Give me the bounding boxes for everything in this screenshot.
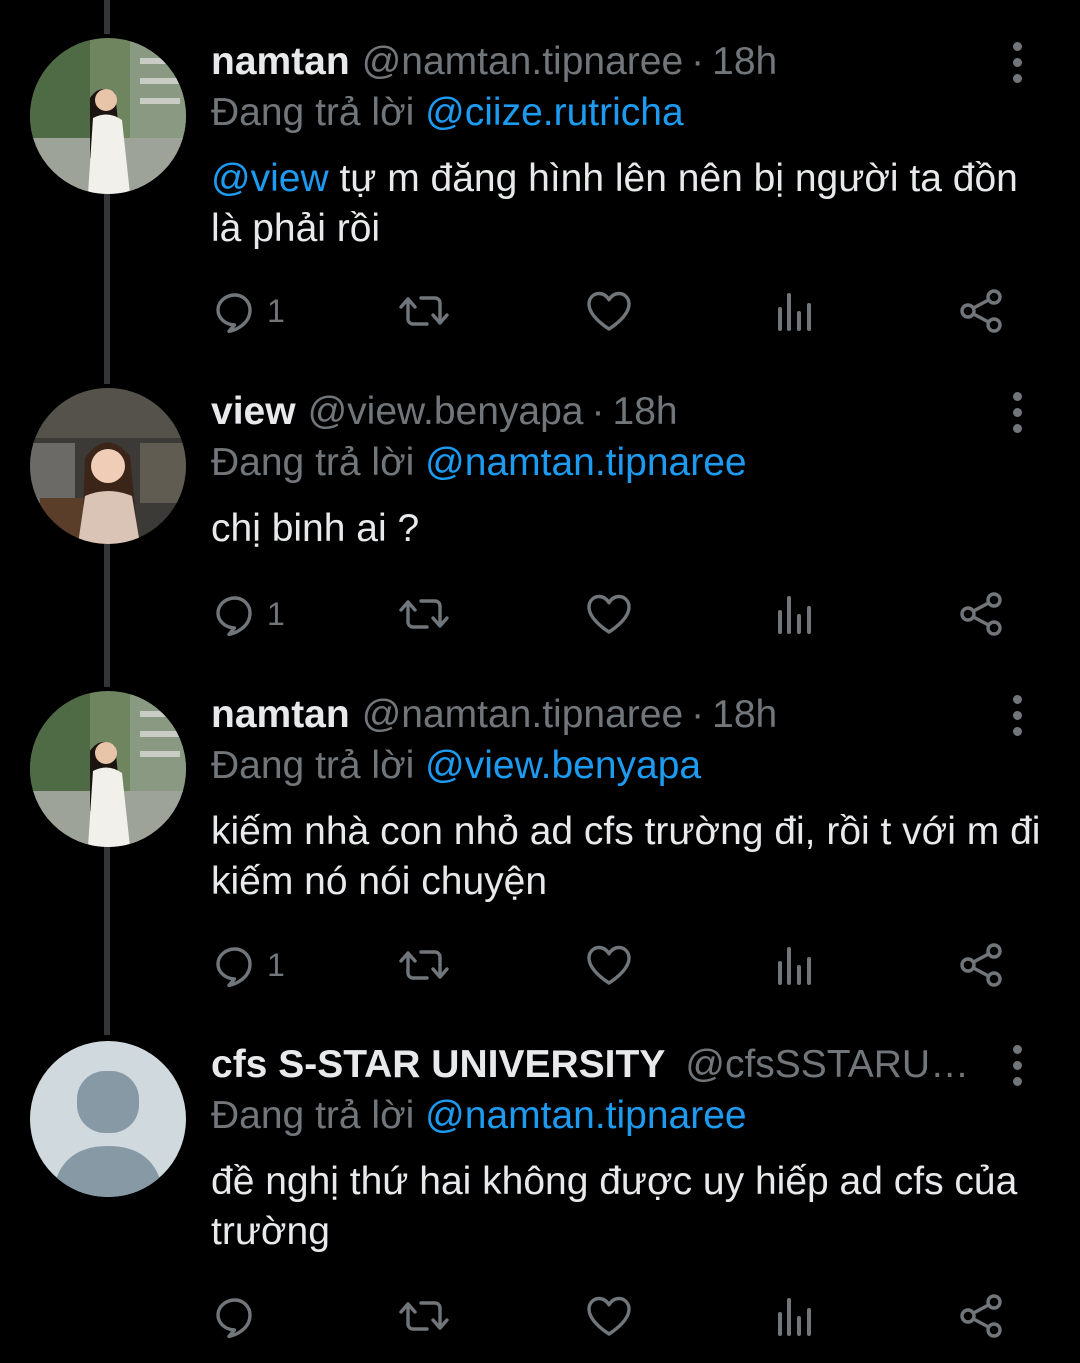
share-button[interactable] (957, 940, 1007, 990)
replying-to-line: Đang trả lời @namtan.tipnaree (211, 1091, 1050, 1141)
analytics-icon (778, 293, 811, 331)
replying-to-line: Đang trả lời @view.benyapa (211, 741, 1050, 791)
share-button[interactable] (957, 286, 1007, 336)
separator-dot: · (691, 40, 705, 83)
replying-to-line: Đang trả lời @ciize.rutricha (211, 88, 1050, 138)
heart-icon (587, 291, 631, 331)
reply-button[interactable]: 1 (211, 940, 285, 990)
comment-icon (216, 947, 252, 988)
replying-to-line: Đang trả lời @namtan.tipnaree (211, 438, 1050, 488)
replying-to-link[interactable]: @view.benyapa (425, 744, 701, 787)
more-vertical-icon (1012, 1044, 1022, 1054)
default-user-icon (30, 1041, 186, 1197)
tweet-text: đề nghị thứ hai không được uy hiếp ad cf… (211, 1160, 1018, 1253)
analytics-icon (778, 1298, 811, 1336)
replying-to-link[interactable]: @namtan.tipnaree (425, 1094, 746, 1137)
tweet-text-content: tự m đăng hình lên nên bị người ta đồn l… (211, 157, 1018, 250)
like-button[interactable] (584, 589, 634, 639)
replying-label: Đang trả lời (211, 1094, 415, 1137)
reply-count: 1 (267, 946, 285, 983)
display-name[interactable]: namtan (211, 38, 350, 86)
analytics-icon (778, 596, 811, 634)
display-name[interactable]: namtan (211, 691, 350, 739)
views-button[interactable] (775, 940, 815, 990)
more-options-button[interactable] (1002, 691, 1032, 739)
analytics-icon (778, 947, 811, 985)
share-icon (960, 289, 1002, 333)
thread-line (104, 190, 110, 384)
retweet-button[interactable] (396, 589, 452, 639)
more-vertical-icon (1012, 694, 1022, 704)
heart-icon (587, 1296, 631, 1336)
more-options-button[interactable] (1002, 38, 1032, 86)
more-vertical-icon (1012, 391, 1022, 401)
share-button[interactable] (957, 589, 1007, 639)
replying-label: Đang trả lời (211, 91, 415, 134)
retweet-icon (399, 599, 449, 629)
comment-icon (216, 293, 252, 334)
heart-icon (587, 594, 631, 634)
reply-button[interactable]: 1 (211, 286, 285, 336)
reply-count: 1 (267, 292, 285, 329)
user-handle[interactable]: @namtan.tipnaree (362, 691, 683, 739)
action-bar: 1 (211, 940, 1011, 990)
avatar[interactable] (30, 388, 186, 544)
thread-line (104, 0, 110, 34)
like-button[interactable] (584, 1291, 634, 1341)
avatar[interactable] (30, 691, 186, 847)
retweet-button[interactable] (396, 940, 452, 990)
views-button[interactable] (775, 1291, 815, 1341)
share-icon (960, 592, 1002, 636)
timestamp[interactable]: 18h (712, 38, 777, 86)
action-bar: 1 (211, 286, 1011, 336)
timestamp[interactable]: 18h (712, 691, 777, 739)
retweet-button[interactable] (396, 1291, 452, 1341)
share-icon (960, 943, 1002, 987)
replying-to-link[interactable]: @ciize.rutricha (425, 91, 684, 134)
action-bar: 1 (211, 589, 1011, 639)
like-button[interactable] (584, 940, 634, 990)
mention-link[interactable]: @view (211, 157, 329, 200)
reply-button[interactable]: 1 (211, 589, 285, 639)
avatar[interactable] (30, 1041, 186, 1197)
replying-label: Đang trả lời (211, 744, 415, 787)
retweet-icon (399, 296, 449, 326)
reply-button[interactable] (211, 1291, 259, 1341)
views-button[interactable] (775, 589, 815, 639)
retweet-button[interactable] (396, 286, 452, 336)
separator-dot: · (691, 693, 705, 736)
user-handle[interactable]: @namtan.tipnaree (362, 38, 683, 86)
views-button[interactable] (775, 286, 815, 336)
tweet-text: chị binh ai ? (211, 507, 420, 550)
thread-line (104, 542, 110, 687)
user-handle[interactable]: @cfsSSTARUNIVERSITY (685, 1041, 975, 1089)
user-handle[interactable]: @view.benyapa (308, 388, 584, 436)
timestamp[interactable]: 18h (613, 388, 678, 436)
thread-line (104, 845, 110, 1035)
replying-label: Đang trả lời (211, 441, 415, 484)
separator-dot: · (591, 390, 605, 433)
share-icon (960, 1294, 1002, 1338)
more-options-button[interactable] (1002, 388, 1032, 436)
display-name[interactable]: view (211, 388, 296, 436)
reply-count: 1 (267, 595, 285, 632)
display-name[interactable]: cfs S-STAR UNIVERSITY (211, 1041, 665, 1089)
retweet-icon (399, 950, 449, 980)
tweet-text: kiếm nhà con nhỏ ad cfs trường đi, rồi t… (211, 810, 1041, 903)
share-button[interactable] (957, 1291, 1007, 1341)
more-options-button[interactable] (1002, 1041, 1032, 1089)
action-bar (211, 1291, 1011, 1341)
comment-icon (216, 596, 252, 637)
tweet-text: @view tự m đăng hình lên nên bị người ta… (211, 154, 1050, 254)
replying-to-link[interactable]: @namtan.tipnaree (425, 441, 746, 484)
heart-icon (587, 945, 631, 985)
comment-icon (216, 1298, 252, 1339)
like-button[interactable] (584, 286, 634, 336)
more-vertical-icon (1012, 41, 1022, 51)
avatar[interactable] (30, 38, 186, 194)
retweet-icon (399, 1301, 449, 1331)
